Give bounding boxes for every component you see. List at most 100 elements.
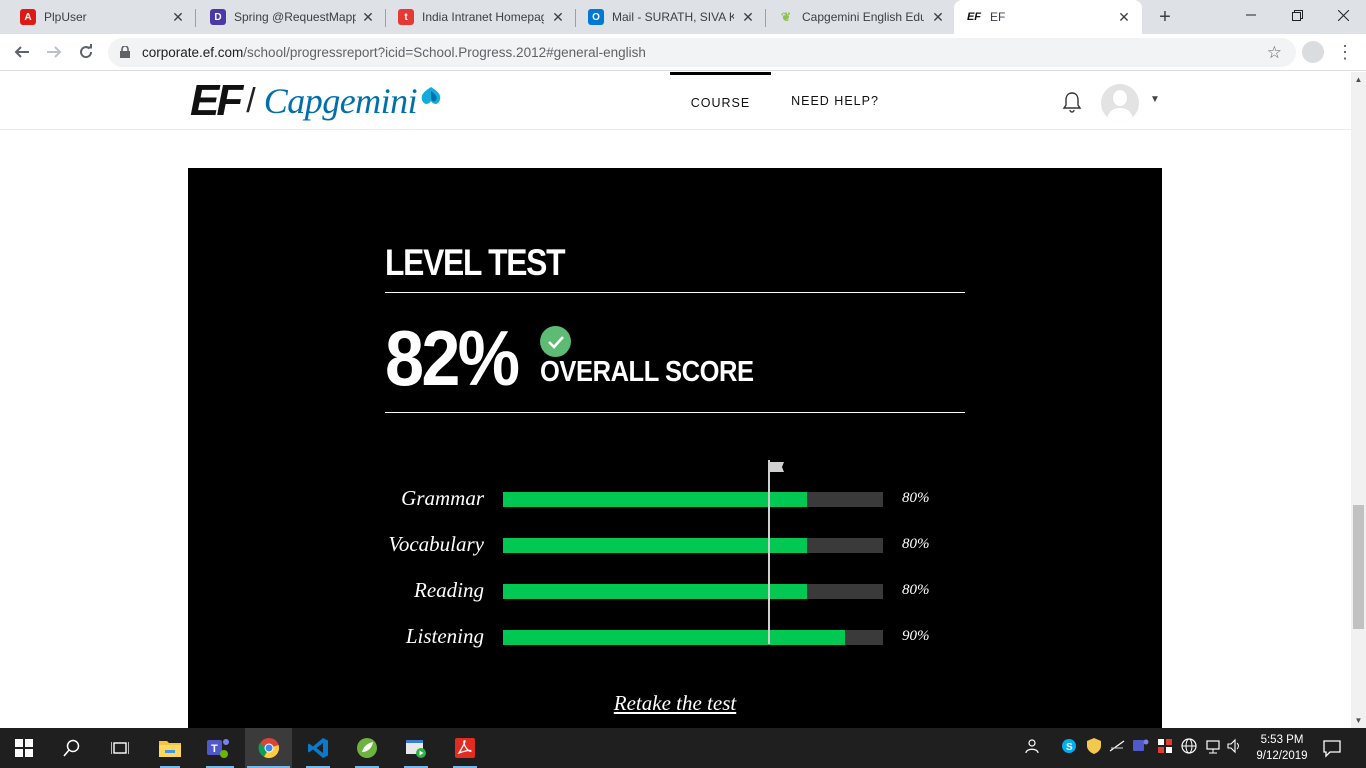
tab-title: Capgemini English Educ [802, 10, 924, 24]
vscode-icon[interactable] [306, 736, 330, 760]
close-tab-icon[interactable]: ✕ [930, 9, 946, 25]
clock-date: 9/12/2019 [1256, 750, 1308, 762]
tab-capgemini-english[interactable]: ❦ Capgemini English Educ ✕ [766, 0, 956, 34]
ethernet-icon[interactable] [1204, 738, 1222, 756]
skill-percent: 80% [902, 582, 930, 598]
scroll-up-icon[interactable]: ▲ [1351, 72, 1366, 87]
close-tab-icon[interactable]: ✕ [1116, 9, 1132, 25]
chrome-profile-avatar[interactable] [1302, 41, 1324, 63]
spring-tool-suite-icon[interactable] [355, 736, 379, 760]
angular-icon: A [20, 9, 36, 25]
page-scrollbar[interactable]: ▲ ▼ [1351, 72, 1366, 728]
tab-spring[interactable]: D Spring @RequestMapp ✕ [196, 0, 386, 34]
retake-test-link[interactable]: Retake the test [188, 691, 1162, 716]
new-tab-button[interactable]: + [1154, 7, 1176, 29]
reload-button[interactable] [74, 40, 98, 64]
back-button[interactable] [10, 40, 34, 64]
teams-tray-icon[interactable] [1132, 738, 1150, 756]
chrome-menu-icon[interactable]: ⋮ [1336, 40, 1354, 64]
ef-icon: EF [966, 11, 982, 23]
tab-india-intranet[interactable]: t India Intranet Homepag ✕ [386, 0, 576, 34]
title-divider [385, 292, 965, 293]
logo-divider: / [246, 81, 256, 120]
skill-bar-fill [503, 538, 807, 553]
search-icon[interactable] [60, 736, 84, 760]
skill-row: Grammar 80% [188, 486, 1162, 510]
skill-bar-track [503, 492, 883, 507]
url-text: corporate.ef.com/school/progressreport?i… [142, 45, 646, 60]
skill-row: Vocabulary 80% [188, 532, 1162, 556]
close-tab-icon[interactable]: ✕ [170, 9, 186, 25]
minimize-button[interactable] [1228, 0, 1274, 30]
skill-label: Listening [405, 624, 484, 648]
chevron-down-icon[interactable]: ▼ [1150, 94, 1160, 105]
skill-row: Listening 90% [188, 624, 1162, 648]
pass-mark-line [768, 460, 770, 644]
svg-text:S: S [1066, 742, 1073, 753]
skill-bar-track [503, 584, 883, 599]
restore-icon [1291, 9, 1303, 21]
skill-label: Vocabulary [388, 532, 484, 556]
bookmark-star-icon[interactable]: ☆ [1267, 43, 1282, 63]
skill-percent: 90% [902, 628, 930, 644]
tab-plpuser[interactable]: A PlpUser ✕ [0, 0, 196, 34]
forward-arrow-icon [47, 46, 62, 58]
ef-capgemini-logo[interactable]: EF / Capgemini [190, 79, 443, 123]
capgemini-spade-icon [421, 87, 441, 104]
close-tab-icon[interactable]: ✕ [360, 9, 376, 25]
close-tab-icon[interactable]: ✕ [740, 9, 756, 25]
url-path: /school/progressreport?icid=School.Progr… [243, 45, 646, 60]
tab-title: Mail - SURATH, SIVA KU [612, 10, 734, 24]
tab-strip: A PlpUser ✕ D Spring @RequestMapp ✕ t In… [0, 0, 1366, 34]
people-icon[interactable] [1024, 738, 1042, 756]
skill-row: Reading 80% [188, 578, 1162, 602]
overall-score-label: OVERALL SCORE [540, 356, 754, 388]
scroll-down-icon[interactable]: ▼ [1351, 713, 1366, 728]
score-divider [385, 412, 965, 413]
scroll-thumb[interactable] [1353, 505, 1364, 629]
vpn-globe-icon[interactable] [1180, 738, 1198, 756]
level-test-title: LEVEL TEST [385, 242, 566, 283]
task-view-icon[interactable] [108, 736, 132, 760]
security-shield-icon[interactable] [1085, 738, 1103, 756]
tab-ef[interactable]: EF EF ✕ [954, 0, 1142, 34]
passed-check-icon [540, 326, 571, 357]
acrobat-reader-icon[interactable] [453, 736, 477, 760]
bell-icon[interactable] [1062, 91, 1082, 113]
windows-taskbar: T S 5:53 PM 9/12/2019 [0, 728, 1366, 768]
skill-label: Reading [414, 578, 484, 602]
user-avatar[interactable] [1101, 84, 1139, 122]
address-bar[interactable]: corporate.ef.com/school/progressreport?i… [108, 38, 1296, 67]
tab-title: EF [990, 10, 1006, 24]
skype-icon[interactable]: S [1060, 738, 1078, 756]
taskbar-clock[interactable]: 5:53 PM 9/12/2019 [1254, 732, 1310, 764]
nav-need-help[interactable]: NEED HELP? [785, 72, 885, 130]
flag-icon [770, 462, 784, 472]
skill-label: Grammar [401, 486, 484, 510]
file-explorer-icon[interactable] [158, 736, 182, 760]
tab-mail[interactable]: O Mail - SURATH, SIVA KU ✕ [576, 0, 766, 34]
network-offline-icon[interactable] [1108, 738, 1126, 756]
overall-score-value: 82% [385, 314, 520, 402]
teams-icon[interactable]: T [207, 736, 231, 760]
close-tab-icon[interactable]: ✕ [550, 9, 566, 25]
restore-button[interactable] [1274, 0, 1320, 30]
media-app-icon[interactable] [404, 736, 428, 760]
skill-bar-track [503, 538, 883, 553]
chrome-icon[interactable] [257, 736, 281, 760]
skill-bar-fill [503, 630, 845, 645]
url-host: corporate.ef.com [142, 45, 244, 60]
address-toolbar: corporate.ef.com/school/progressreport?i… [0, 34, 1366, 71]
nav-course[interactable]: COURSE [670, 72, 771, 130]
skill-percent: 80% [902, 490, 930, 506]
clock-time: 5:53 PM [1260, 734, 1304, 746]
notifications-icon[interactable] [1322, 738, 1342, 758]
close-window-button[interactable] [1320, 0, 1366, 30]
windows-start-icon[interactable] [12, 736, 36, 760]
level-test-panel: LEVEL TEST 82% OVERALL SCORE Grammar 80% V… [188, 168, 1162, 728]
tab-title: India Intranet Homepag [422, 10, 544, 24]
forward-button[interactable] [42, 40, 66, 64]
volume-icon[interactable] [1226, 738, 1244, 756]
skill-bar-track [503, 630, 883, 645]
network-tray-icon[interactable] [1156, 738, 1174, 756]
